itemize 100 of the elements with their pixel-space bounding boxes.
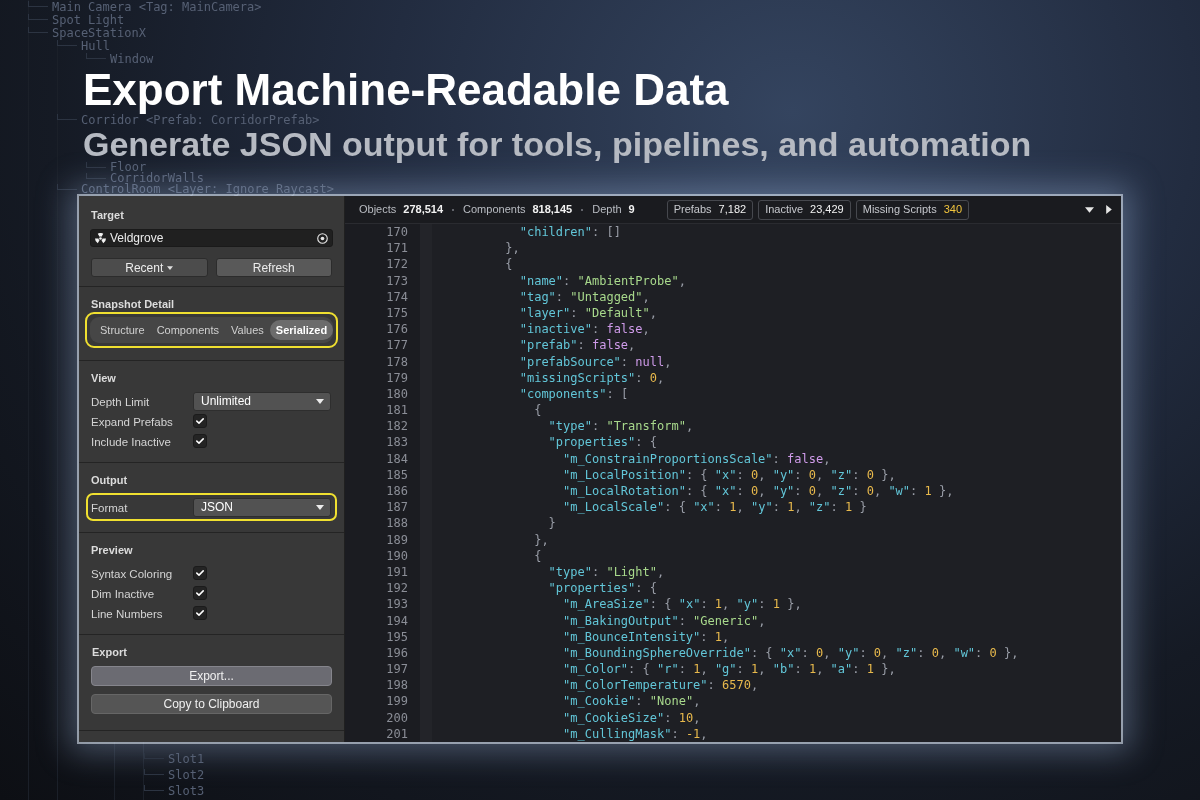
caret-icon	[316, 398, 324, 404]
checkbox[interactable]	[193, 566, 207, 580]
page-title: Export Machine-Readable Data	[83, 66, 729, 114]
checkbox[interactable]	[193, 434, 207, 448]
line-number: 182	[386, 418, 408, 435]
code-line: "m_Cookie": "None",	[563, 693, 701, 710]
code-line: "components": [	[519, 385, 629, 403]
line-number: 175	[386, 304, 408, 322]
code-line: "type": "Transform",	[548, 418, 694, 435]
code-line: "m_ColorTemperature": 6570,	[563, 677, 759, 694]
code-line: "children": []	[519, 224, 621, 241]
code-line: "properties": {	[548, 580, 657, 597]
code-line: {	[505, 256, 513, 273]
caret-down-icon[interactable]	[1085, 206, 1094, 213]
section-title: View	[91, 371, 116, 385]
line-number: 181	[386, 402, 408, 419]
segment[interactable]: Serialized	[269, 320, 334, 340]
line-number: 187	[386, 499, 408, 516]
line-number: 185	[386, 466, 408, 483]
line-number: 173	[386, 272, 408, 289]
dropdown[interactable]: Unlimited	[193, 391, 331, 411]
section-title: Snapshot Detail	[91, 297, 175, 311]
code-line: "m_BakingOutput": "Generic",	[563, 612, 766, 629]
stat-value: 9	[628, 202, 635, 218]
caret-icon	[316, 504, 324, 510]
code-line: },	[534, 531, 549, 548]
section-title: Output	[91, 473, 128, 487]
tree-item: Main Camera <Tag: MainCamera>	[28, 1, 262, 13]
segment[interactable]: Values	[225, 320, 270, 340]
stat-value: 818,145	[532, 202, 573, 218]
stat-value: 278,514	[403, 202, 444, 218]
chip-value: 340	[943, 202, 963, 218]
line-number: 194	[386, 612, 408, 629]
field-label: Format	[91, 502, 128, 514]
action-button[interactable]: Copy to Clipboard	[91, 694, 332, 714]
tree-item: Slot2	[144, 769, 205, 781]
code-line: "m_LocalPosition": { "x": 0, "y": 0, "z": 0 },	[563, 466, 896, 483]
line-number: 176	[386, 321, 408, 338]
code-line: "inactive": false,	[519, 321, 650, 338]
tree-item: Window	[86, 53, 154, 65]
check-icon	[196, 438, 204, 444]
line-number: 184	[386, 450, 408, 467]
line-number: 193	[386, 596, 408, 613]
line-number: 195	[386, 628, 408, 645]
trefoil-icon	[95, 232, 106, 244]
caret-right-icon[interactable]	[1106, 205, 1112, 214]
stat-label: Objects	[359, 202, 397, 218]
line-number: 191	[386, 563, 408, 581]
line-number: 189	[386, 531, 408, 548]
segment[interactable]: Structure	[94, 320, 151, 340]
chip-label: Inactive	[765, 202, 804, 218]
code-line: "m_LocalScale": { "x": 1, "y": 1, "z": 1 }	[563, 499, 867, 516]
code-line: "name": "AmbientProbe",	[519, 272, 686, 289]
menu-button[interactable]: Recent	[91, 258, 208, 277]
line-number: 172	[386, 256, 408, 273]
line-number: 190	[386, 547, 408, 564]
tree-item: Hull	[57, 40, 110, 52]
line-number: 179	[386, 369, 408, 386]
code-line: "m_LocalRotation": { "x": 0, "y": 0, "z": 0, "w": 1 },	[563, 483, 954, 500]
code-line: "layer": "Default",	[519, 304, 657, 322]
code-line: "m_ConstrainProportionsScale": false,	[563, 450, 831, 467]
field-label: Dim Inactive	[91, 588, 155, 600]
section-title: Target	[91, 208, 124, 222]
page-subtitle: Generate JSON output for tools, pipelines, and automation	[83, 126, 1032, 162]
checkbox[interactable]	[193, 414, 207, 428]
check-icon	[196, 590, 204, 596]
code-line: "prefab": false,	[519, 337, 636, 354]
dropdown[interactable]: JSON	[193, 497, 331, 517]
checkbox[interactable]	[193, 586, 207, 600]
check-icon	[196, 570, 204, 576]
tree-item: CorridorWalls	[86, 173, 204, 184]
chip-label: Missing Scripts	[862, 202, 937, 218]
stat-label: Components	[463, 202, 526, 218]
action-button[interactable]: Refresh	[215, 258, 332, 277]
check-icon	[196, 418, 204, 424]
line-number: 171	[386, 240, 408, 257]
line-number: 196	[386, 644, 408, 662]
code-line: "m_CullingMask": -1,	[563, 725, 708, 742]
checkbox[interactable]	[193, 606, 207, 620]
action-button[interactable]: Export...	[91, 666, 332, 686]
chip-label: Prefabs	[673, 202, 712, 218]
target-icon[interactable]	[317, 232, 328, 244]
segment[interactable]: Components	[150, 320, 225, 340]
code-line: "m_Color": { "r": 1, "g": 1, "b": 1, "a": 1 },	[563, 661, 896, 678]
code-line: "properties": {	[548, 434, 657, 451]
line-number: 197	[386, 661, 408, 678]
line-number: 186	[386, 483, 408, 500]
code-line: "m_BoundingSphereOverride": { "x": 0, "y": 0, "z": 0, "w": 0 },	[563, 644, 1019, 662]
tree-item: Floor	[86, 162, 147, 173]
code-line: {	[534, 402, 542, 419]
field-label: Depth Limit	[91, 396, 150, 408]
object-field[interactable]: Veldgrove	[90, 229, 333, 247]
tree-item: SpaceStationX	[28, 27, 146, 39]
line-number: 178	[386, 353, 408, 370]
section-title: Preview	[91, 543, 133, 557]
tree-item: Slot3	[144, 785, 205, 797]
check-icon	[196, 610, 204, 616]
line-number: 170	[386, 224, 408, 241]
code-line: "m_AreaSize": { "x": 1, "y": 1 },	[563, 596, 802, 613]
tree-item: Corridor <Prefab: CorridorPrefab>	[57, 114, 320, 126]
